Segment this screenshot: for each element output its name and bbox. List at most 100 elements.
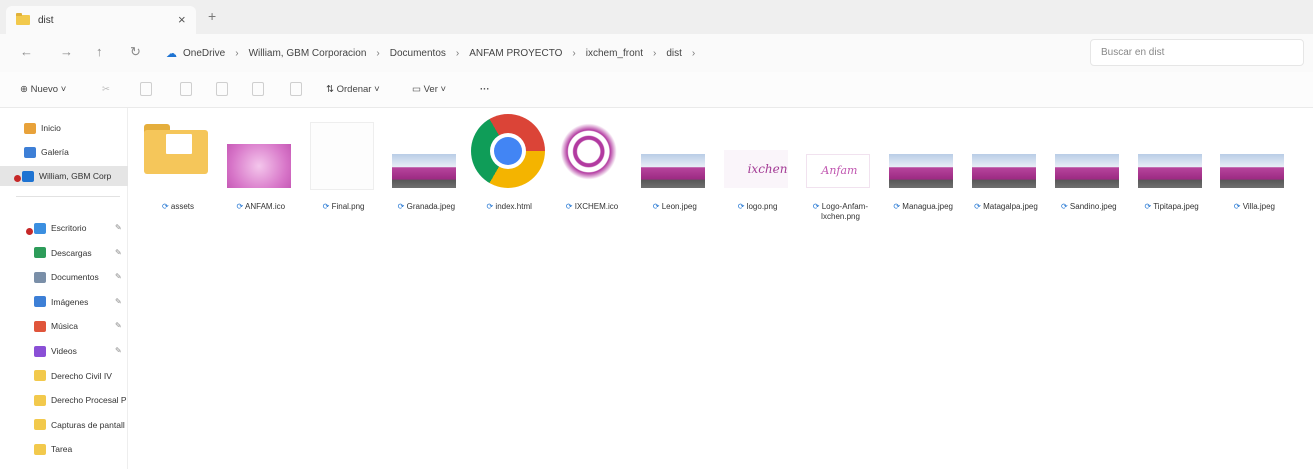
back-button[interactable]: ← (20, 44, 33, 59)
sync-status-icon: ⟳ (1233, 202, 1243, 211)
file-item[interactable]: ⟳ Sandino.jpeg (1047, 118, 1127, 230)
sidebar-item-musica[interactable]: Música ✎ (0, 316, 128, 336)
chevron-right-icon[interactable]: › (370, 48, 385, 59)
pin-icon[interactable]: ✎ (115, 321, 122, 330)
share-icon[interactable] (252, 82, 264, 96)
file-item[interactable]: ⟳ Leon.jpeg (633, 118, 713, 230)
file-item[interactable]: ⟳ IXCHEM.ico (550, 118, 630, 230)
file-item[interactable]: ⟳ Matagalpa.jpeg (964, 118, 1044, 230)
chevron-right-icon[interactable]: › (450, 48, 465, 59)
cut-icon[interactable]: ✂ (102, 84, 110, 95)
sidebar-item-inicio[interactable]: Inicio (0, 118, 128, 138)
refresh-button[interactable]: ↻ (130, 44, 141, 60)
view-button[interactable]: ▭ Ver ˅ (412, 84, 446, 95)
image-thumbnail (309, 122, 374, 190)
file-item[interactable]: ⟳ Villa.jpeg (1212, 118, 1292, 230)
file-item[interactable]: ixchen ⟳ logo.png (716, 118, 796, 230)
up-button[interactable]: ↑ (96, 44, 103, 59)
pin-icon[interactable]: ✎ (115, 223, 122, 232)
file-item[interactable]: ⟳ ANFAM.ico (219, 118, 299, 230)
sidebar-item-descargas[interactable]: Descargas ✎ (0, 243, 128, 263)
file-item[interactable]: ⟳ Final.png (302, 118, 382, 230)
file-grid: ⟳ assets ⟳ ANFAM.ico ⟳ Final.png ⟳ Granada.… (136, 108, 1313, 469)
file-item[interactable]: ⟳ assets (136, 118, 216, 230)
sync-status-icon: ⟳ (236, 202, 246, 211)
breadcrumb[interactable]: ☁ OneDrive › William, GBM Corporacion › Docum… (166, 40, 1080, 66)
logo-thumbnail (558, 120, 622, 190)
logo-thumbnail: ixchen (723, 150, 788, 188)
image-thumbnail (1137, 154, 1202, 188)
sidebar-item-derecho[interactable]: Derecho Procesal P (0, 390, 128, 410)
sync-status-icon: ⟳ (565, 202, 575, 211)
folder-icon (144, 118, 208, 178)
breadcrumb-item[interactable]: William, GBM Corporacion (245, 48, 371, 59)
sync-error-icon (26, 228, 33, 235)
breadcrumb-item[interactable]: ixchem_front (582, 48, 647, 59)
sort-label: Ordenar (336, 84, 372, 95)
forward-button[interactable]: → (60, 44, 73, 59)
file-name: ⟳ ANFAM.ico (219, 202, 303, 212)
pictures-icon (34, 296, 46, 308)
file-name-label: Sandino.jpeg (1069, 202, 1117, 211)
pin-icon[interactable]: ✎ (115, 297, 122, 306)
logo-thumbnail: Anfam (806, 154, 871, 188)
chevron-right-icon[interactable]: › (229, 48, 244, 59)
file-item[interactable]: ⟳ Granada.jpeg (384, 118, 464, 230)
search-input[interactable]: Buscar en dist (1090, 39, 1304, 66)
breadcrumb-item[interactable]: ANFAM PROYECTO (465, 48, 566, 59)
file-name: ⟳ Tipitapa.jpeg (1130, 202, 1214, 212)
delete-icon[interactable] (290, 82, 302, 96)
file-name-label: Tipitapa.jpeg (1153, 202, 1199, 211)
file-name-label: IXCHEM.ico (574, 202, 619, 211)
file-item[interactable]: ⟳ Tipitapa.jpeg (1130, 118, 1210, 230)
sidebar-item-imagenes[interactable]: Imágenes ✎ (0, 292, 128, 312)
paste-icon[interactable] (180, 82, 192, 96)
sort-button[interactable]: ⇅ Ordenar ˅ (326, 84, 380, 95)
sidebar-item-documentos[interactable]: Documentos ✎ (0, 267, 128, 287)
sync-status-icon: ⟳ (652, 202, 662, 211)
file-item[interactable]: ⟳ Managua.jpeg (881, 118, 961, 230)
file-name-label: Logo-Anfam-Ixchen.png (820, 202, 868, 221)
chevron-right-icon[interactable]: › (686, 48, 701, 59)
file-item[interactable]: Anfam ⟳ Logo-Anfam-Ixchen.png (798, 118, 878, 230)
pin-icon[interactable]: ✎ (115, 248, 122, 257)
file-item[interactable]: ⟳ index.html (467, 114, 547, 230)
command-bar: ⊕ Nuevo ˅ ✂ ⇅ Ordenar ˅ ▭ Ver ˅ ··· (0, 72, 1313, 108)
chevron-right-icon[interactable]: › (566, 48, 581, 59)
file-name-label: Granada.jpeg (406, 202, 456, 211)
breadcrumb-item[interactable]: OneDrive (179, 48, 229, 59)
music-icon (34, 320, 46, 332)
sidebar-item-label: Capturas de pantall (51, 419, 125, 430)
new-button[interactable]: ⊕ Nuevo ˅ (20, 84, 66, 95)
tab-dist[interactable]: dist × (6, 6, 196, 34)
sidebar-item-capturas[interactable]: Capturas de pantall (0, 415, 128, 435)
breadcrumb-item[interactable]: dist (662, 48, 686, 59)
videos-icon (34, 345, 46, 357)
chevron-right-icon[interactable]: › (647, 48, 662, 59)
pin-icon[interactable]: ✎ (115, 272, 122, 281)
file-name: ⟳ Logo-Anfam-Ixchen.png (798, 202, 882, 222)
sidebar-item-william[interactable]: William, GBM Corp (0, 166, 128, 186)
folder-icon (16, 13, 30, 25)
new-tab-button[interactable]: + (208, 8, 216, 24)
breadcrumb-item[interactable]: Documentos (386, 48, 450, 59)
file-name: ⟳ IXCHEM.ico (550, 202, 634, 212)
sidebar-item-escritorio[interactable]: Escritorio ✎ (0, 218, 128, 238)
sidebar-item-videos[interactable]: Videos ✎ (0, 341, 128, 361)
image-thumbnail (1054, 154, 1119, 188)
address-row: ← → ↑ ↻ ☁ OneDrive › William, GBM Corporaci… (0, 34, 1313, 72)
rename-icon[interactable] (216, 82, 228, 96)
close-tab-icon[interactable]: × (178, 12, 186, 27)
sidebar-item-galeria[interactable]: Galería (0, 142, 128, 162)
copy-icon[interactable] (140, 82, 152, 96)
download-icon (34, 247, 46, 259)
pin-icon[interactable]: ✎ (115, 346, 122, 355)
sync-error-icon (14, 175, 21, 182)
sidebar-item-tarea[interactable]: Tarea (0, 439, 128, 459)
gallery-icon (24, 146, 36, 158)
sidebar-item-label: Escritorio (51, 223, 87, 233)
sidebar-item-derecho[interactable]: Derecho Civil IV (0, 366, 128, 386)
sidebar-item-label: Imágenes (51, 296, 89, 307)
more-options-button[interactable]: ··· (480, 84, 490, 95)
file-name: ⟳ Matagalpa.jpeg (964, 202, 1048, 212)
